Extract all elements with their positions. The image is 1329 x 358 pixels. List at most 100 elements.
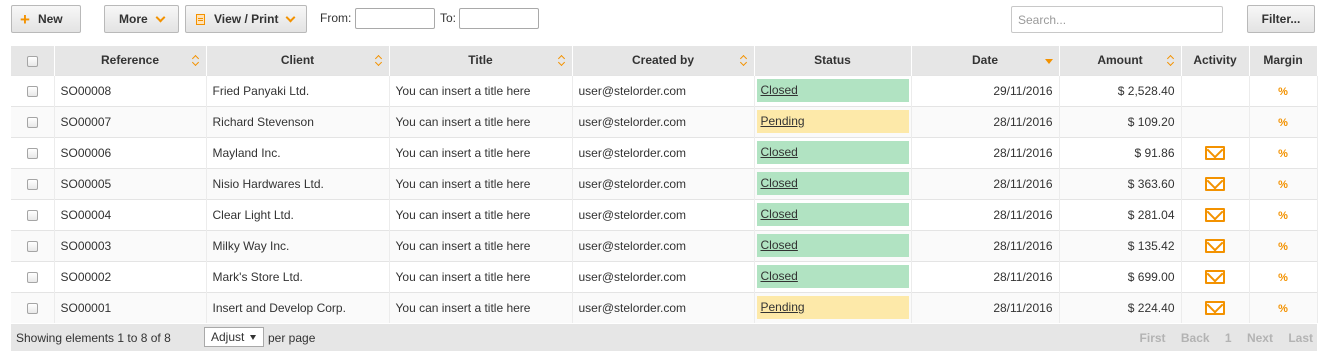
reference-cell[interactable]: SO00008 xyxy=(54,74,207,106)
margin-icon[interactable]: % xyxy=(1278,179,1288,191)
status-badge[interactable]: Closed xyxy=(756,265,909,288)
title-cell[interactable]: You can insert a title here xyxy=(389,198,573,230)
amount-cell[interactable]: $ 699.00 xyxy=(1059,260,1182,292)
table-row[interactable]: SO00005 Nisio Hardwares Ltd. You can inser… xyxy=(11,167,1318,199)
title-cell[interactable]: You can insert a title here xyxy=(389,167,573,199)
created-by-cell[interactable]: user@stelorder.com xyxy=(572,167,755,199)
mail-icon[interactable] xyxy=(1205,145,1225,160)
date-cell[interactable]: 28/11/2016 xyxy=(911,136,1060,168)
mail-icon[interactable] xyxy=(1205,269,1225,284)
table-row[interactable]: SO00001 Insert and Develop Corp. You can i… xyxy=(11,291,1318,323)
date-cell[interactable]: 28/11/2016 xyxy=(911,229,1060,261)
margin-icon[interactable]: % xyxy=(1278,272,1288,284)
title-cell[interactable]: You can insert a title here xyxy=(389,74,573,106)
row-checkbox[interactable] xyxy=(26,209,38,221)
title-cell[interactable]: You can insert a title here xyxy=(389,229,573,261)
title-cell[interactable]: You can insert a title here xyxy=(389,105,573,137)
client-cell[interactable]: Clear Light Ltd. xyxy=(206,198,390,230)
new-button[interactable]: + New xyxy=(11,5,81,33)
status-badge[interactable]: Closed xyxy=(756,234,909,257)
date-cell[interactable]: 28/11/2016 xyxy=(911,105,1060,137)
row-checkbox[interactable] xyxy=(26,147,38,159)
margin-icon[interactable]: % xyxy=(1278,86,1288,98)
column-header-client[interactable]: Client xyxy=(206,46,390,75)
mail-icon[interactable] xyxy=(1205,238,1225,253)
pager-page-1[interactable]: 1 xyxy=(1225,331,1232,345)
mail-icon[interactable] xyxy=(1205,176,1225,191)
client-cell[interactable]: Mayland Inc. xyxy=(206,136,390,168)
table-row[interactable]: SO00007 Richard Stevenson You can insert a… xyxy=(11,105,1318,137)
filter-button[interactable]: Filter... xyxy=(1247,5,1315,33)
table-row[interactable]: SO00003 Milky Way Inc. You can insert a ti… xyxy=(11,229,1318,261)
amount-cell[interactable]: $ 224.40 xyxy=(1059,291,1182,323)
sort-descending-icon[interactable] xyxy=(1044,59,1053,64)
status-badge[interactable]: Closed xyxy=(756,141,909,164)
status-badge[interactable]: Closed xyxy=(756,79,909,102)
row-checkbox[interactable] xyxy=(26,240,38,252)
amount-cell[interactable]: $ 135.42 xyxy=(1059,229,1182,261)
to-date-input[interactable] xyxy=(459,8,539,29)
column-header-status[interactable]: Status xyxy=(754,46,912,75)
date-cell[interactable]: 28/11/2016 xyxy=(911,198,1060,230)
pager-last[interactable]: Last xyxy=(1288,331,1313,345)
reference-cell[interactable]: SO00005 xyxy=(54,167,207,199)
reference-cell[interactable]: SO00003 xyxy=(54,229,207,261)
more-button[interactable]: More xyxy=(104,5,179,33)
margin-icon[interactable]: % xyxy=(1278,148,1288,160)
client-cell[interactable]: Milky Way Inc. xyxy=(206,229,390,261)
status-badge[interactable]: Pending xyxy=(756,296,909,320)
pager-first[interactable]: First xyxy=(1140,331,1166,345)
reference-cell[interactable]: SO00006 xyxy=(54,136,207,168)
status-badge[interactable]: Closed xyxy=(756,203,909,226)
table-row[interactable]: SO00008 Fried Panyaki Ltd. You can insert … xyxy=(11,74,1318,106)
reference-cell[interactable]: SO00001 xyxy=(54,291,207,323)
title-cell[interactable]: You can insert a title here xyxy=(389,260,573,292)
row-checkbox[interactable] xyxy=(26,303,38,315)
row-checkbox[interactable] xyxy=(26,116,38,128)
column-header-created-by[interactable]: Created by xyxy=(572,46,755,75)
view-print-button[interactable]: View / Print xyxy=(185,5,307,33)
client-cell[interactable]: Mark's Store Ltd. xyxy=(206,260,390,292)
column-header-date[interactable]: Date xyxy=(911,46,1060,75)
margin-icon[interactable]: % xyxy=(1278,210,1288,222)
select-all-checkbox[interactable] xyxy=(26,55,38,67)
row-checkbox[interactable] xyxy=(26,271,38,283)
amount-cell[interactable]: $ 281.04 xyxy=(1059,198,1182,230)
amount-cell[interactable]: $ 363.60 xyxy=(1059,167,1182,199)
page-size-select[interactable]: Adjust xyxy=(204,327,264,347)
sort-arrows-icon[interactable] xyxy=(375,55,383,67)
mail-icon[interactable] xyxy=(1205,207,1225,222)
sort-arrows-icon[interactable] xyxy=(740,55,748,67)
table-row[interactable]: SO00004 Clear Light Ltd. You can insert a … xyxy=(11,198,1318,230)
title-cell[interactable]: You can insert a title here xyxy=(389,291,573,323)
created-by-cell[interactable]: user@stelorder.com xyxy=(572,260,755,292)
created-by-cell[interactable]: user@stelorder.com xyxy=(572,291,755,323)
margin-icon[interactable]: % xyxy=(1278,241,1288,253)
date-cell[interactable]: 29/11/2016 xyxy=(911,74,1060,106)
created-by-cell[interactable]: user@stelorder.com xyxy=(572,74,755,106)
amount-cell[interactable]: $ 2,528.40 xyxy=(1059,74,1182,106)
row-checkbox[interactable] xyxy=(26,85,38,97)
created-by-cell[interactable]: user@stelorder.com xyxy=(572,198,755,230)
created-by-cell[interactable]: user@stelorder.com xyxy=(572,136,755,168)
created-by-cell[interactable]: user@stelorder.com xyxy=(572,105,755,137)
amount-cell[interactable]: $ 109.20 xyxy=(1059,105,1182,137)
mail-icon[interactable] xyxy=(1205,301,1225,316)
date-cell[interactable]: 28/11/2016 xyxy=(911,291,1060,323)
amount-cell[interactable]: $ 91.86 xyxy=(1059,136,1182,168)
sort-arrows-icon[interactable] xyxy=(558,55,566,67)
sort-arrows-icon[interactable] xyxy=(192,55,200,67)
reference-cell[interactable]: SO00007 xyxy=(54,105,207,137)
margin-icon[interactable]: % xyxy=(1278,303,1288,315)
pager-back[interactable]: Back xyxy=(1181,331,1210,345)
from-date-input[interactable] xyxy=(355,8,435,29)
client-cell[interactable]: Nisio Hardwares Ltd. xyxy=(206,167,390,199)
reference-cell[interactable]: SO00002 xyxy=(54,260,207,292)
client-cell[interactable]: Insert and Develop Corp. xyxy=(206,291,390,323)
row-checkbox[interactable] xyxy=(26,178,38,190)
column-header-reference[interactable]: Reference xyxy=(54,46,207,75)
created-by-cell[interactable]: user@stelorder.com xyxy=(572,229,755,261)
title-cell[interactable]: You can insert a title here xyxy=(389,136,573,168)
search-input[interactable] xyxy=(1011,6,1223,33)
table-row[interactable]: SO00006 Mayland Inc. You can insert a titl… xyxy=(11,136,1318,168)
